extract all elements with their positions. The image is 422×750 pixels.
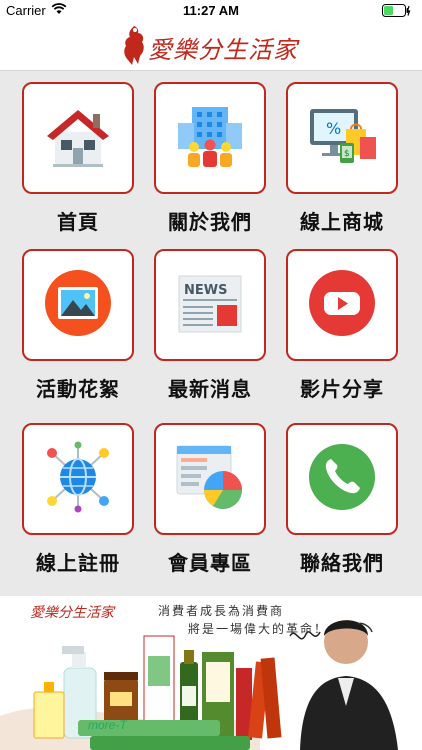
menu-tile-button[interactable] bbox=[286, 249, 398, 361]
battery-icon bbox=[382, 4, 412, 20]
online-shop-icon: % $ bbox=[304, 103, 380, 173]
menu-item-news[interactable]: NEWS 最新消息 bbox=[154, 249, 266, 402]
report-chart-icon bbox=[173, 442, 247, 516]
menu-tile-button[interactable]: NEWS bbox=[154, 249, 266, 361]
banner-slogan-line2: 將是一場偉大的革命！ bbox=[188, 622, 329, 636]
menu-tile-button[interactable] bbox=[154, 423, 266, 535]
menu-item-events[interactable]: 活動花絮 bbox=[22, 249, 134, 402]
menu-item-home[interactable]: 首頁 bbox=[22, 82, 134, 235]
phone-icon bbox=[307, 442, 377, 516]
menu-tile-button[interactable] bbox=[22, 249, 134, 361]
video-play-icon bbox=[307, 268, 377, 342]
status-time: 11:27 AM bbox=[183, 3, 239, 18]
menu-label: 最新消息 bbox=[168, 377, 252, 401]
menu-grid: 首頁 關於我們 % $ 線上商城 活動花絮 NEWS 最新消息 影片分享 線上註… bbox=[0, 71, 422, 596]
network-globe-icon bbox=[42, 441, 114, 517]
menu-item-contact[interactable]: 聯絡我們 bbox=[286, 423, 398, 576]
menu-item-about[interactable]: 關於我們 bbox=[154, 82, 266, 235]
app-logo-text: 愛樂分生活家 bbox=[148, 36, 298, 64]
newspaper-icon: NEWS bbox=[175, 270, 245, 340]
svg-text:%: % bbox=[326, 119, 341, 138]
building-people-icon bbox=[172, 103, 248, 173]
menu-label: 聯絡我們 bbox=[300, 551, 384, 575]
logo-icon bbox=[120, 24, 148, 70]
svg-text:$: $ bbox=[344, 149, 350, 159]
svg-text:NEWS: NEWS bbox=[184, 283, 227, 298]
menu-label: 關於我們 bbox=[168, 210, 252, 234]
menu-item-members[interactable]: 會員專區 bbox=[154, 423, 266, 576]
banner-slogan-line1: 消費者成長為消費商 bbox=[158, 604, 285, 618]
menu-label: 線上註冊 bbox=[36, 551, 120, 575]
menu-label: 首頁 bbox=[57, 210, 99, 234]
menu-tile-button[interactable] bbox=[154, 82, 266, 194]
menu-tile-button[interactable]: % $ bbox=[286, 82, 398, 194]
menu-tile-button[interactable] bbox=[22, 82, 134, 194]
menu-label: 線上商城 bbox=[300, 210, 384, 234]
promo-banner[interactable]: 愛樂分生活家 消費者成長為消費商 將是一場偉大的革命！ bbox=[0, 596, 422, 750]
menu-label: 活動花絮 bbox=[36, 377, 120, 401]
menu-item-register[interactable]: 線上註冊 bbox=[22, 423, 134, 576]
app-header: 愛樂分生活家 bbox=[0, 22, 422, 71]
menu-label: 會員專區 bbox=[168, 551, 252, 575]
menu-item-videos[interactable]: 影片分享 bbox=[286, 249, 398, 402]
menu-label: 影片分享 bbox=[300, 377, 384, 401]
status-bar: Carrier 11:27 AM bbox=[0, 0, 422, 22]
banner-product-text: more-T bbox=[88, 718, 127, 732]
menu-item-shop[interactable]: % $ 線上商城 bbox=[286, 82, 398, 235]
home-icon bbox=[43, 104, 113, 172]
menu-tile-button[interactable] bbox=[286, 423, 398, 535]
photo-icon bbox=[43, 268, 113, 342]
menu-tile-button[interactable] bbox=[22, 423, 134, 535]
banner-logo-text: 愛樂分生活家 bbox=[30, 605, 114, 621]
